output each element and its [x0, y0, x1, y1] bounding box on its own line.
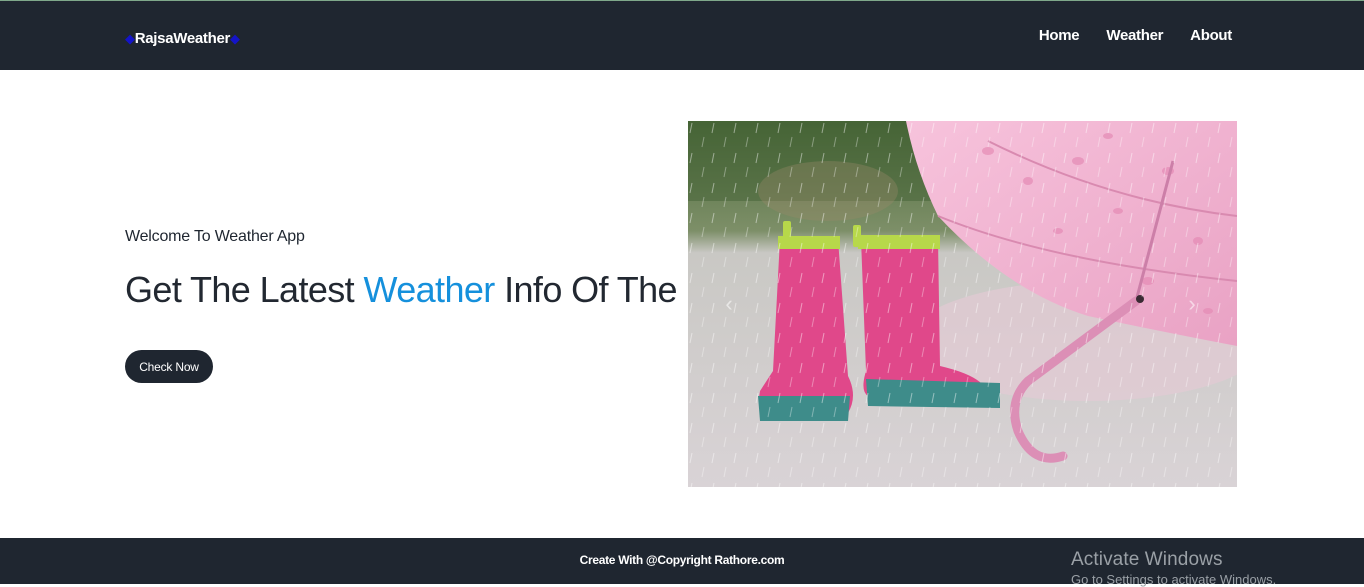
brand-name: RajsaWeather [134, 29, 231, 47]
hero-headline: Get The Latest Weather Info Of The City [125, 268, 747, 312]
chevron-left-icon: ‹ [725, 291, 733, 316]
welcome-text: Welcome To Weather App [125, 228, 305, 245]
nav-weather-link[interactable]: Weather [1106, 27, 1163, 44]
rain-boots-umbrella-image [688, 121, 1237, 487]
nav-home-link[interactable]: Home [1039, 27, 1080, 44]
watermark-title: Activate Windows [1071, 549, 1223, 570]
headline-accent: Weather [363, 269, 495, 310]
navbar: ◆ RajsaWeather ◆ Home Weather About [0, 1, 1364, 70]
chevron-right-icon: › [1188, 291, 1196, 316]
activate-windows-watermark: Activate Windows Go to Settings to activ… [1071, 549, 1276, 587]
hero-carousel: ‹ › [688, 121, 1237, 487]
brand-logo[interactable]: ◆ RajsaWeather ◆ [125, 27, 240, 49]
check-now-button[interactable]: Check Now [125, 350, 213, 383]
diamond-icon: ◆ [125, 30, 135, 46]
watermark-subtitle: Go to Settings to activate Windows. [1071, 572, 1277, 587]
carousel-prev-button[interactable]: ‹ [714, 289, 744, 319]
nav-about-link[interactable]: About [1190, 27, 1232, 44]
nav-links: Home Weather About [1039, 27, 1232, 44]
headline-start: Get The Latest [125, 269, 364, 310]
hero-text: Welcome To Weather App Get The Latest We… [125, 228, 747, 312]
carousel-next-button[interactable]: › [1177, 289, 1207, 319]
diamond-icon: ◆ [230, 30, 240, 46]
